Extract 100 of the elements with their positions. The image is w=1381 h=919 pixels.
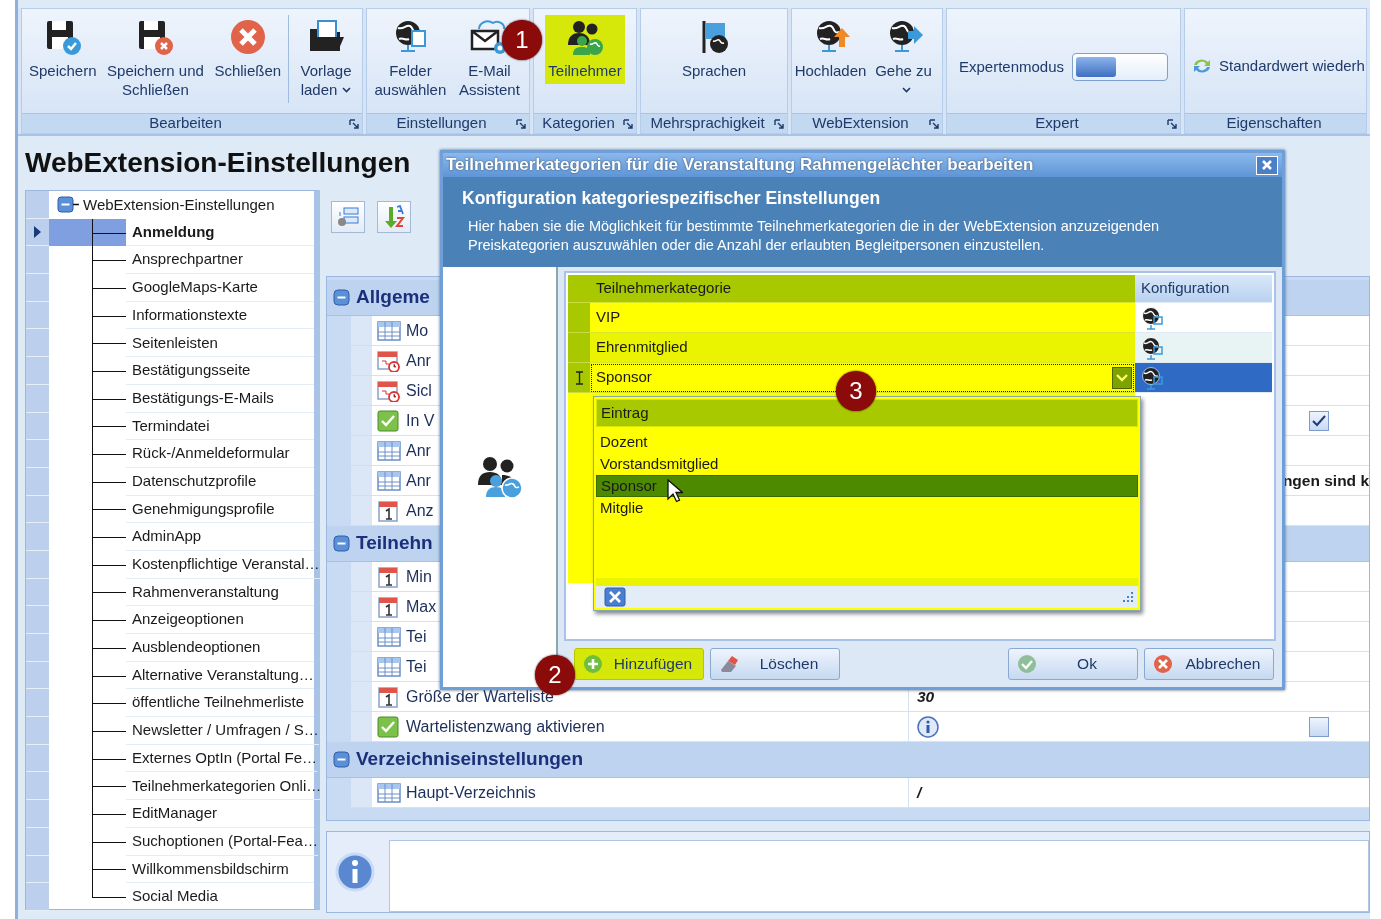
categorized-view-button[interactable]: [331, 201, 365, 233]
dialog-launcher-icon[interactable]: [1167, 118, 1177, 129]
list-option[interactable]: Mitglie: [596, 497, 1138, 519]
close-button[interactable]: [1256, 155, 1278, 175]
property-name: Anr: [406, 440, 431, 461]
dropdown-toggle[interactable]: [1112, 367, 1132, 389]
tree-item[interactable]: Suchoptionen (Portal-Fea…: [126, 827, 318, 856]
property-name: Anr: [406, 470, 431, 491]
tree-item[interactable]: Ansprechpartner: [126, 246, 314, 275]
calendar-number-icon: [377, 685, 401, 708]
dialog-launcher-icon[interactable]: [929, 118, 939, 129]
tree-item[interactable]: EditManager: [126, 800, 314, 828]
category-cell: VIP: [590, 303, 1135, 333]
dialog-button[interactable]: Löschen: [710, 648, 840, 680]
config-cell[interactable]: [1135, 333, 1272, 363]
group-label: Bearbeiten: [148, 113, 223, 134]
section-header[interactable]: Verzeichniseinstellungen: [327, 742, 1369, 778]
column-header[interactable]: Konfiguration: [1135, 275, 1272, 303]
property-value: 30: [917, 686, 935, 707]
property-value: /: [917, 782, 922, 803]
checkbox[interactable]: [1309, 410, 1329, 431]
clear-icon[interactable]: [604, 587, 626, 607]
tree-item[interactable]: Willkommensbildschirm: [126, 855, 314, 884]
row-header: [26, 883, 49, 911]
tree-item[interactable]: öffentliche Teilnehmerliste: [126, 689, 314, 718]
dialog-button[interactable]: Ok: [1008, 648, 1138, 680]
tree-item[interactable]: Anmeldung: [126, 218, 314, 247]
tree-item[interactable]: Genehmigungsprofile: [126, 495, 314, 524]
ribbon-button[interactable]: Felder auswählen: [369, 15, 452, 103]
tree-item[interactable]: Informationstexte: [126, 301, 314, 330]
property-name: Anr: [406, 350, 431, 371]
property-name: Haupt-Verzeichnis: [406, 782, 536, 803]
config-cell[interactable]: [1135, 363, 1272, 393]
tree-item[interactable]: Anzeigeoptionen: [126, 606, 314, 634]
globe-icon: [1141, 365, 1163, 390]
checkmark-icon: [1017, 654, 1037, 674]
ribbon-button[interactable]: Sprachen: [678, 15, 750, 84]
collapse-icon[interactable]: [333, 751, 350, 768]
collapse-icon[interactable]: [333, 535, 350, 552]
row-header: [26, 301, 49, 330]
list-option[interactable]: Dozent: [596, 431, 1138, 453]
dialog-button[interactable]: Abbrechen: [1144, 648, 1274, 680]
tree-item[interactable]: Ausblendeoptionen: [126, 634, 314, 662]
ribbon-button[interactable]: Schließen: [211, 15, 285, 84]
section-title: Teilnehn: [356, 531, 433, 556]
column-header[interactable]: Teilnehmerkategorie: [590, 275, 1135, 303]
tree-item[interactable]: Bestätigungsseite: [126, 357, 314, 385]
ribbon-button[interactable]: Speichern: [25, 15, 100, 84]
calendar-clock-icon: [377, 379, 401, 402]
row-header: [568, 303, 590, 333]
property-name: Anz: [406, 500, 434, 521]
row-header: [26, 772, 49, 801]
dialog-launcher-icon[interactable]: [349, 118, 359, 129]
ribbon-button[interactable]: Speichern und Schließen: [103, 15, 208, 103]
tree-item[interactable]: Kostenpflichtige Veranstal…: [126, 550, 320, 579]
dialog-button[interactable]: Hinzufügen: [574, 648, 704, 680]
tree-item[interactable]: Social Media: [126, 883, 314, 911]
tree-item[interactable]: Rück-/Anmeldeformular: [126, 440, 314, 468]
collapse-icon[interactable]: [333, 289, 350, 306]
tree-item[interactable]: Datenschutzprofile: [126, 467, 314, 496]
calendar-number-icon: [377, 499, 401, 522]
restore-default-button[interactable]: Standardwert wiederh: [1187, 55, 1366, 78]
globe-icon: [1141, 305, 1163, 330]
row-header: [26, 274, 49, 302]
section-title: Allgeme: [356, 285, 430, 310]
sort-icon: [382, 205, 406, 229]
tree-item[interactable]: Rahmenveranstaltung: [126, 578, 314, 607]
tree-item[interactable]: Bestätigungs-E-Mails: [126, 384, 314, 413]
toggle-switch[interactable]: [1072, 53, 1169, 81]
property-pages-icon: [336, 206, 360, 228]
tree-item[interactable]: Newsletter / Umfragen / S…: [126, 717, 319, 745]
sort-button[interactable]: [377, 201, 411, 233]
page-title: WebExtension-Einstellungen: [25, 146, 411, 180]
row-header: [26, 827, 49, 856]
dropdown-button[interactable]: Vorlage laden: [288, 15, 359, 103]
ribbon-button[interactable]: Teilnehmer: [545, 15, 625, 84]
dropdown-button[interactable]: Gehe zu: [870, 15, 937, 103]
tree-item[interactable]: Teilnehmerkategorien Onli…: [126, 772, 322, 801]
dialog-launcher-icon[interactable]: [516, 118, 526, 129]
ribbon-button[interactable]: Hochladen: [797, 15, 864, 84]
tree-item[interactable]: GoogleMaps-Karte: [126, 274, 314, 302]
tree-item[interactable]: Seitenleisten: [126, 329, 314, 358]
section-title: Verzeichniseinstellungen: [356, 747, 584, 772]
checkmark-icon: [1312, 414, 1326, 427]
property-name: Sicl: [406, 380, 432, 401]
tree-item[interactable]: WebExtension-Einstellungen: [83, 193, 275, 217]
list-option[interactable]: Vorstandsmitglied: [596, 453, 1138, 475]
row-indicator-icon: [34, 226, 41, 239]
dialog-launcher-icon[interactable]: [774, 118, 784, 129]
tree-item[interactable]: Externes OptIn (Portal Fe…: [126, 744, 318, 773]
checkbox[interactable]: [1309, 716, 1329, 737]
collapse-icon[interactable]: [57, 195, 79, 214]
table-icon: [377, 781, 401, 804]
dialog-launcher-icon[interactable]: [623, 118, 633, 129]
tree-item[interactable]: Alternative Veranstaltung…: [126, 661, 314, 690]
property-name: Tei: [406, 656, 427, 677]
row-header: [26, 800, 49, 828]
tree-item[interactable]: Termindatei: [126, 412, 314, 441]
tree-item[interactable]: AdminApp: [126, 523, 314, 551]
list-option[interactable]: Sponsor: [596, 475, 1138, 497]
